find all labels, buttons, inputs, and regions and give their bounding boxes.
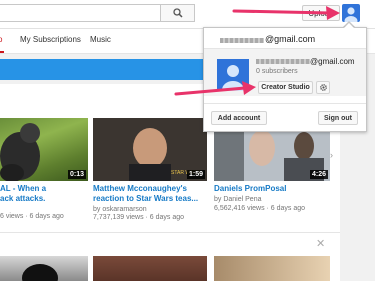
annotation-arrow-top	[232, 6, 340, 20]
annotation-arrow-creator-studio	[174, 81, 256, 96]
annotation-arrows	[174, 6, 340, 96]
